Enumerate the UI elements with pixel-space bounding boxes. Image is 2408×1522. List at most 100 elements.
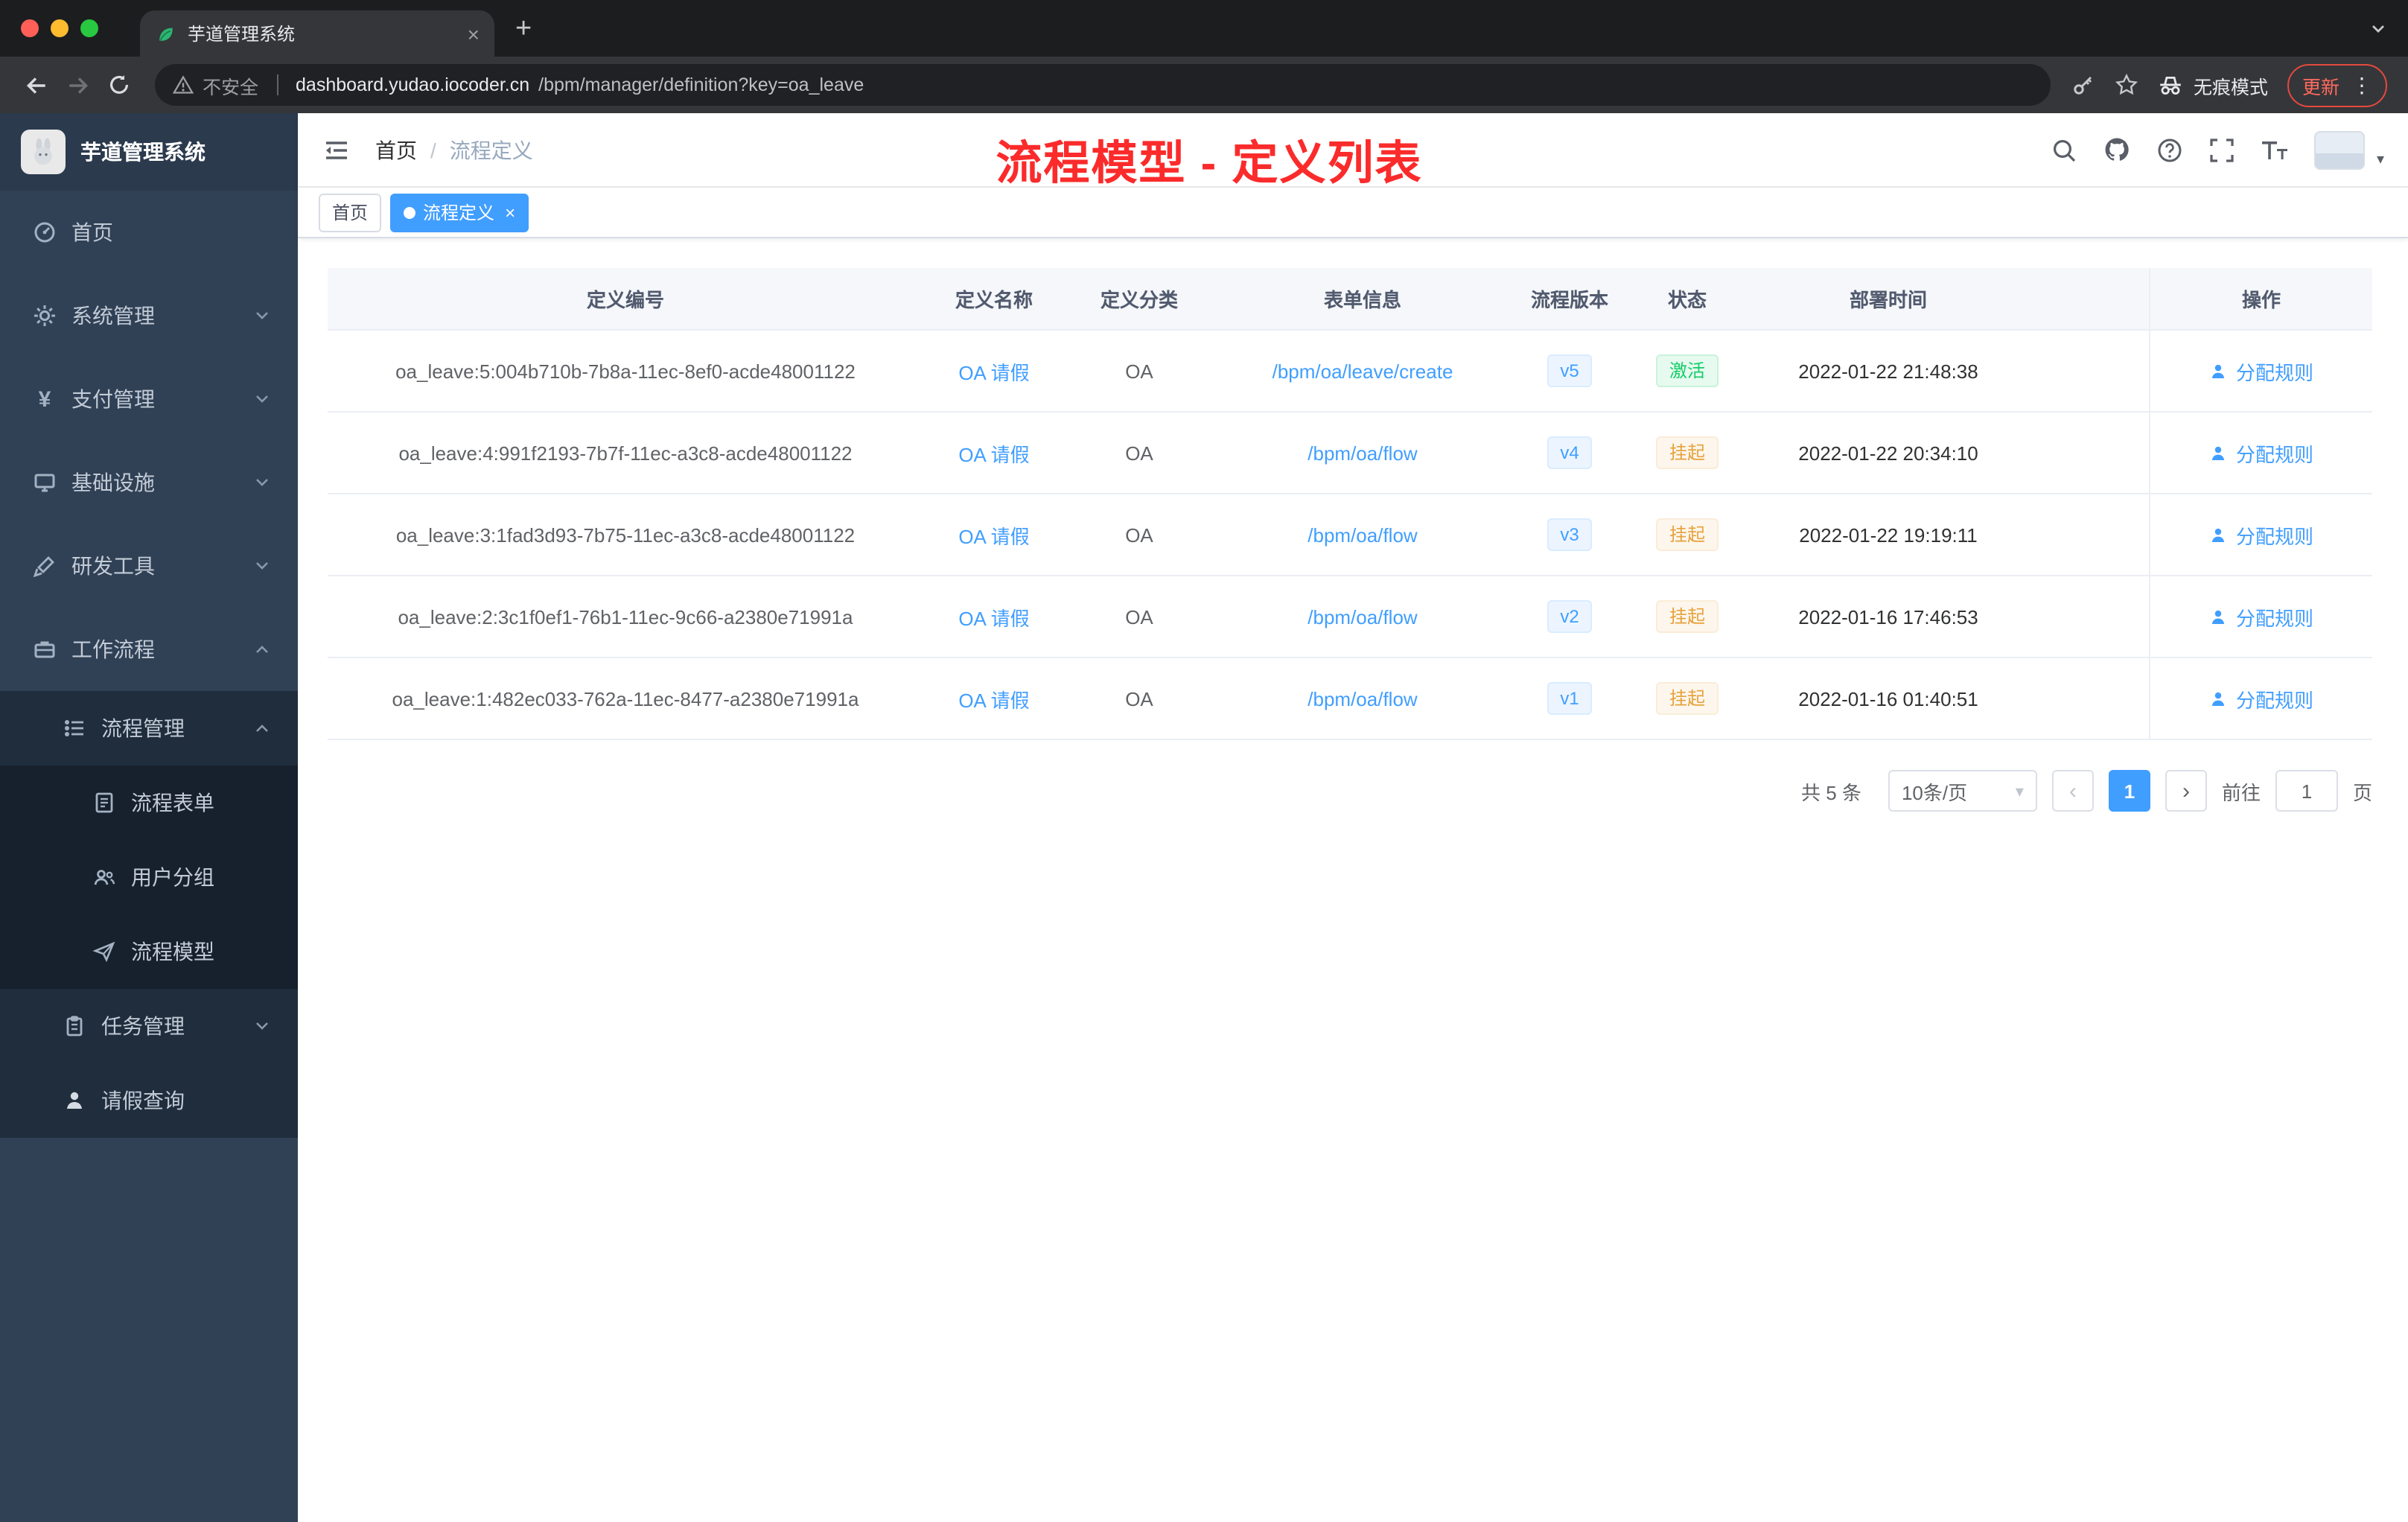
page-unit-label: 页 [2352,781,2372,803]
assign-rule-link[interactable]: 分配规则 [2209,357,2313,385]
minimize-window-button[interactable] [51,19,69,37]
tag-label: 首页 [332,203,369,223]
form-link[interactable]: /bpm/oa/flow [1307,523,1417,546]
assign-rule-link[interactable]: 分配规则 [2209,602,2313,631]
hamburger-icon[interactable] [322,135,351,165]
form-link[interactable]: /bpm/oa/flow [1307,605,1417,628]
assign-rule-link[interactable]: 分配规则 [2209,684,2313,713]
definition-table: 定义编号 定义名称 定义分类 表单信息 流程版本 状态 部署时间 操作 oa_l… [328,268,2372,740]
definition-name-link[interactable]: OA 请假 [958,439,1029,467]
sidebar-item-label: 支付管理 [71,387,155,411]
breadcrumb-home[interactable]: 首页 [375,135,417,165]
assign-rule-link[interactable]: 分配规则 [2209,520,2313,549]
fullscreen-icon[interactable] [2208,136,2235,163]
status-badge: 挂起 [1655,599,1719,634]
definition-category: OA [1125,442,1153,464]
prev-page-button[interactable]: ‹ [2051,770,2094,812]
window-controls [0,19,119,37]
sidebar-item-workflow[interactable]: 工作流程 [0,608,298,691]
avatar-caret-icon[interactable]: ▾ [2377,152,2384,168]
next-page-button[interactable]: › [2165,770,2207,812]
assign-rule-label: 分配规则 [2235,689,2313,711]
sidebar-item-task-management[interactable]: 任务管理 [0,989,298,1063]
avatar[interactable] [2313,130,2365,169]
reload-button[interactable] [98,73,140,97]
tab-search-icon[interactable] [2369,19,2387,37]
incognito-label: 无痕模式 [2193,77,2268,98]
assign-rule-link[interactable]: 分配规则 [2209,439,2313,467]
page-number-active[interactable]: 1 [2108,770,2150,812]
tab-close-icon[interactable]: × [468,22,480,45]
tools-icon [33,554,57,578]
sidebar-item-process-management[interactable]: 流程管理 [0,691,298,765]
column-header: 定义名称 [955,289,1033,311]
monitor-icon [33,471,57,494]
update-button[interactable]: 更新 ⋮ [2287,63,2387,106]
sidebar-item-label: 请假查询 [101,1089,185,1112]
definition-name-link[interactable]: OA 请假 [958,520,1029,549]
definition-name-link[interactable]: OA 请假 [958,684,1029,713]
new-tab-button[interactable]: + [515,14,532,42]
table-row: oa_leave:2:3c1f0ef1-76b1-11ec-9c66-a2380… [328,576,2372,658]
help-icon[interactable] [2156,136,2183,163]
site-favicon [155,23,176,44]
sidebar-item-label: 任务管理 [101,1014,185,1038]
browser-tab[interactable]: 芋道管理系统 × [140,10,494,57]
column-filler [2030,268,2149,329]
sidebar-item-user-group[interactable]: 用户分组 [0,840,298,914]
table-row: oa_leave:5:004b710b-7b8a-11ec-8ef0-acde4… [328,331,2372,413]
main-panel: 流程模型 - 定义列表 首页 / 流程定义 ▾ 首页 流程定义 × 定义编号 定… [298,113,2408,1522]
deploy-time: 2022-01-22 20:34:10 [1798,442,1978,464]
address-bar[interactable]: 不安全 dashboard.yudao.iocoder.cn/bpm/manag… [155,64,2051,106]
form-link[interactable]: /bpm/oa/flow [1307,442,1417,464]
table-header-row: 定义编号 定义名称 定义分类 表单信息 流程版本 状态 部署时间 操作 [328,268,2372,331]
sidebar-item-process-model[interactable]: 流程模型 [0,914,298,989]
incognito-badge: 无痕模式 [2158,71,2268,99]
assign-rule-label: 分配规则 [2235,607,2313,629]
definition-id: oa_leave:2:3c1f0ef1-76b1-11ec-9c66-a2380… [398,605,853,628]
search-icon[interactable] [2051,136,2077,163]
security-label[interactable]: 不安全 [203,71,258,99]
zoom-window-button[interactable] [80,19,98,37]
back-button[interactable] [15,72,57,98]
browser-menu-icon[interactable]: ⋮ [2351,74,2372,95]
assign-rule-label: 分配规则 [2235,361,2313,383]
version-badge: v4 [1547,436,1593,470]
definition-name-link[interactable]: OA 请假 [958,602,1029,631]
column-header: 定义编号 [586,289,664,311]
sidebar-logo[interactable]: 芋道管理系统 [0,113,298,191]
dashboard-icon [33,220,57,244]
sidebar-item-process-form[interactable]: 流程表单 [0,765,298,840]
sidebar-item-payment[interactable]: ¥ 支付管理 [0,357,298,441]
breadcrumb-separator: / [430,138,436,162]
form-link[interactable]: /bpm/oa/flow [1307,687,1417,710]
security-warning-icon[interactable] [173,74,194,95]
sidebar-item-system[interactable]: 系统管理 [0,274,298,357]
sidebar-item-leave-query[interactable]: 请假查询 [0,1063,298,1138]
page-size-select[interactable]: 10条/页 ▾ [1888,770,2037,812]
close-window-button[interactable] [21,19,39,37]
form-link[interactable]: /bpm/oa/leave/create [1273,360,1453,382]
status-badge: 挂起 [1655,681,1719,716]
briefcase-icon [33,637,57,661]
tag-close-icon[interactable]: × [505,202,515,223]
version-badge: v5 [1547,354,1593,388]
tag-home[interactable]: 首页 [319,193,382,232]
github-icon[interactable] [2103,136,2131,164]
font-size-icon[interactable] [2261,136,2289,163]
definition-name-link[interactable]: OA 请假 [958,357,1029,385]
sidebar-item-home[interactable]: 首页 [0,191,298,274]
column-header: 部署时间 [1849,289,1927,311]
sidebar-item-infrastructure[interactable]: 基础设施 [0,441,298,524]
sidebar-item-dev-tools[interactable]: 研发工具 [0,524,298,608]
bookmark-star-icon[interactable] [2115,73,2138,97]
definition-id: oa_leave:1:482ec033-762a-11ec-8477-a2380… [392,687,859,710]
pagination-total: 共 5 条 [1801,781,1861,803]
pagination: 共 5 条 10条/页 ▾ ‹ 1 › 前往 页 [328,770,2372,812]
tag-process-definition[interactable]: 流程定义 × [390,193,529,232]
password-key-icon[interactable] [2071,73,2095,97]
forward-button[interactable] [57,72,98,98]
person-icon [63,1089,86,1112]
sidebar-item-label: 基础设施 [71,471,155,494]
goto-page-input[interactable] [2275,770,2338,812]
